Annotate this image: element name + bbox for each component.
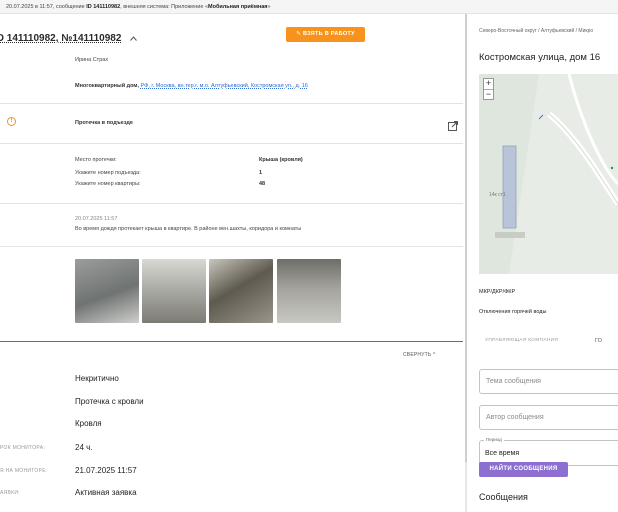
object-address-link[interactable]: РФ, г. Москва, вн.тер.г. м.о. Алтуфьевск… [141, 83, 308, 89]
topbar-system: , внешняя система: Приложение « [120, 4, 209, 10]
section-divider [0, 341, 463, 342]
map-canvas: 14к ст1 [479, 74, 618, 274]
detail-value: 48 [259, 181, 266, 187]
pencil-icon: ✎ [296, 31, 302, 37]
take-to-work-label: ВЗЯТЬ В РАБОТУ [302, 31, 355, 37]
find-messages-button[interactable]: НАЙТИ СООБЩЕНИЯ [479, 462, 568, 477]
divider [0, 246, 463, 247]
divider [0, 143, 463, 144]
building-address: Костромская улица, дом 16 [479, 52, 601, 63]
breadcrumb[interactable]: Северо-Восточный округ / Алтуфьевский / … [479, 28, 593, 34]
zoom-out-button[interactable]: − [484, 89, 493, 99]
detail-label: Место протечки: [75, 157, 117, 163]
topbar-msg-word: сообщение [54, 4, 87, 10]
status-value: Активная заявка [75, 488, 137, 497]
monitor-deadline-value: 24 ч. [75, 443, 93, 452]
topbar-date: 20.07.2025 в 11:57, [6, 4, 55, 10]
on-monitor-value: 21.07.2025 11:57 [75, 466, 137, 475]
message-details-panel: ID 141110982, №141110982 ✎ ВЗЯТЬ В РАБОТ… [0, 14, 463, 512]
photo-thumbnail[interactable] [209, 259, 273, 323]
topbar-app: Мобильная приёмная [208, 4, 268, 10]
collapse-button[interactable]: СВЕРНУТЬ ^ [403, 352, 435, 358]
top-info-bar: 20.07.2025 в 11:57, сообщение ID 1411109… [0, 0, 618, 14]
criticality-value: Некритично [75, 374, 119, 383]
place-value: Кровля [75, 419, 102, 428]
author-placeholder: Автор сообщения [486, 414, 544, 421]
photo-thumbnail[interactable] [277, 259, 341, 323]
divider [0, 203, 463, 204]
category-label: Протечка в подъезде [75, 120, 133, 126]
detail-label: Укажите номер квартиры: [75, 181, 141, 187]
take-to-work-button[interactable]: ✎ ВЗЯТЬ В РАБОТУ [286, 27, 365, 42]
message-timestamp: 20.07.2025 11:57 [75, 216, 118, 222]
map-zoom-control[interactable]: + − [483, 78, 494, 100]
page-title[interactable]: ID 141110982, №141110982 [0, 33, 121, 44]
title-row: ID 141110982, №141110982 [0, 28, 137, 44]
scrollbar[interactable] [465, 14, 467, 462]
period-value: Все время [485, 450, 520, 457]
chevron-up-icon: ^ [432, 352, 436, 358]
divider [0, 103, 463, 104]
company-label: УПРАВЛЯЮЩАЯ КОМПАНИЯ [485, 338, 559, 343]
messages-title: Сообщения [479, 492, 528, 502]
warning-icon: ! [7, 117, 16, 126]
author-input[interactable]: Автор сообщения [479, 405, 618, 430]
author-name: Ирина Страх [75, 57, 109, 63]
hot-water-label: Отключения горячей воды [479, 309, 547, 315]
detail-label: Укажите номер подъезда: [75, 170, 141, 176]
map[interactable]: 14к ст1 + − [479, 74, 618, 274]
object-line: Многоквартирный дом, РФ, г. Москва, вн.т… [75, 83, 308, 89]
subject-placeholder: Тема сообщения [486, 378, 541, 385]
message-text: Во время дождя протекает крыша в квартир… [75, 226, 302, 232]
period-legend: Период [484, 437, 504, 442]
problem-value: Протечка с кровли [75, 397, 144, 406]
topbar-id: ID 141110982 [86, 4, 121, 10]
detail-value: 1 [259, 170, 263, 176]
object-type: Многоквартирный дом, [75, 83, 139, 89]
building-info-panel: Северо-Восточный округ / Алтуфьевский / … [469, 14, 618, 512]
collapse-label: СВЕРНУТЬ [403, 352, 432, 358]
photo-thumbnail[interactable] [142, 259, 206, 323]
topbar-end: » [267, 4, 271, 10]
mkr-label: МКР/ДКР/ФКР [479, 289, 516, 295]
map-building-label: 14к ст1 [489, 192, 506, 198]
subject-input[interactable]: Тема сообщения [479, 369, 618, 394]
monitor-deadline-label: РОК МОНИТОРА: [0, 445, 46, 451]
photo-thumbnail[interactable] [75, 259, 139, 323]
on-monitor-label: Я НА МОНИТОРЕ: [0, 468, 48, 474]
open-external-icon[interactable] [448, 118, 458, 131]
detail-value: Крыша (кровля) [259, 157, 303, 163]
company-value: ГО [595, 338, 602, 344]
chevron-up-icon[interactable] [129, 34, 137, 43]
zoom-in-button[interactable]: + [484, 79, 493, 89]
status-label: АЯВКИ: [0, 490, 20, 496]
